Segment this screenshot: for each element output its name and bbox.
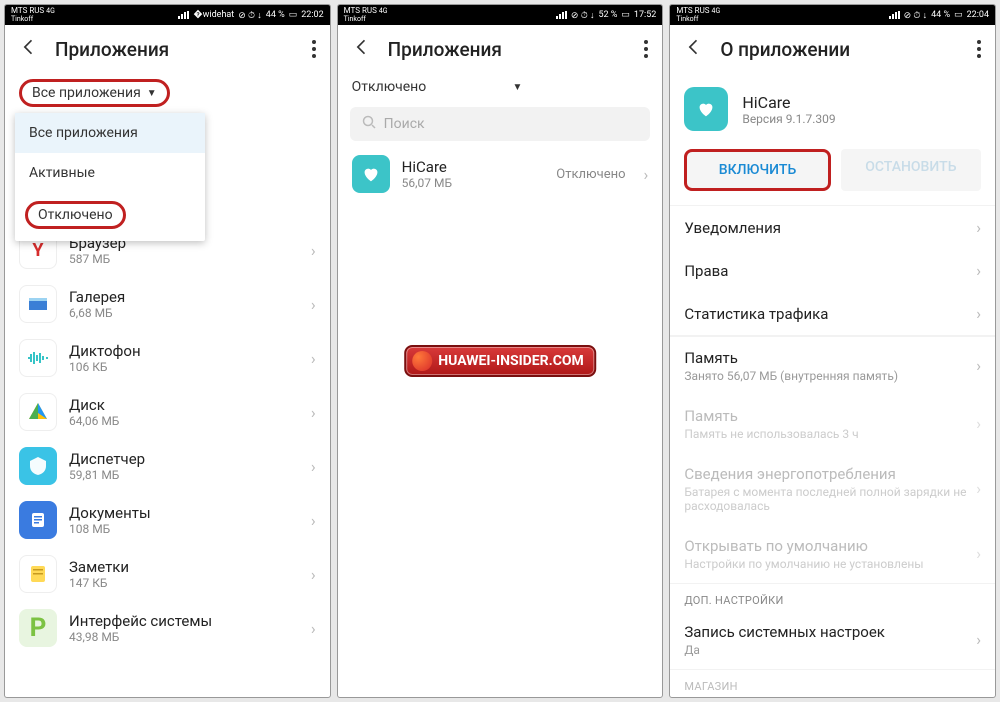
list-item[interactable]: Диск64,06 МБ › [5, 385, 330, 439]
status-bar: MTS RUS 4GTinkoff ⊘ ⏱ ↓ 52 %▭ 17:52 [338, 5, 663, 25]
setting-syswrite[interactable]: Запись системных настроекДа› [670, 611, 995, 669]
signal-icon [178, 11, 189, 19]
status-bar: MTS RUS 4GTinkoff �widehat ⊘ ⏱ ↓ 44 %▭ 2… [5, 5, 330, 25]
list-item[interactable]: Галерея6,68 МБ › [5, 277, 330, 331]
filter-dropdown-trigger[interactable]: Отключено▼ [338, 73, 663, 101]
back-icon[interactable] [352, 37, 372, 61]
hicare-icon [352, 155, 390, 193]
dropdown-item-disabled[interactable]: Отключено [25, 201, 126, 229]
section-store-title: МАГАЗИН [670, 670, 995, 697]
watermark-badge: HUAWEI-INSIDER.COM [404, 345, 596, 377]
setting-notifications[interactable]: Уведомления› [670, 206, 995, 249]
more-icon[interactable] [312, 40, 316, 58]
enable-button[interactable]: ВКЛЮЧИТЬ [684, 149, 830, 191]
phone-screen-1: MTS RUS 4GTinkoff �widehat ⊘ ⏱ ↓ 44 %▭ 2… [4, 4, 331, 698]
dropdown-item-active[interactable]: Активные [15, 153, 205, 193]
chevron-down-icon: ▼ [147, 88, 157, 99]
list-item[interactable]: P Интерфейс системы43,98 МБ › [5, 601, 330, 655]
page-title: О приложении [720, 38, 961, 61]
list-item[interactable]: Диктофон106 КБ › [5, 331, 330, 385]
setting-permissions[interactable]: Права› [670, 249, 995, 292]
setting-power: Сведения энергопотребленияБатарея с моме… [670, 453, 995, 525]
status-bar: MTS RUS 4GTinkoff ⊘ ⏱ ↓ 44 %▭ 22:04 [670, 5, 995, 25]
stop-button[interactable]: ОСТАНОВИТЬ [841, 149, 981, 191]
section-extra-title: ДОП. НАСТРОЙКИ [670, 584, 995, 611]
hicare-icon [684, 87, 728, 131]
chevron-right-icon: › [311, 241, 316, 260]
list-item[interactable]: Заметки147 КБ › [5, 547, 330, 601]
phone-screen-3: MTS RUS 4GTinkoff ⊘ ⏱ ↓ 44 %▭ 22:04 О пр… [669, 4, 996, 698]
action-buttons: ВКЛЮЧИТЬ ОСТАНОВИТЬ [670, 145, 995, 205]
filter-dropdown: Все приложения Активные Отключено [15, 113, 205, 241]
dropdown-item-all[interactable]: Все приложения [15, 113, 205, 153]
back-icon[interactable] [684, 37, 704, 61]
setting-memory[interactable]: ПамятьЗанято 56,07 МБ (внутренняя память… [670, 337, 995, 395]
chevron-down-icon: ▼ [512, 82, 522, 93]
more-icon[interactable] [644, 40, 648, 58]
search-icon [362, 115, 376, 133]
chevron-right-icon: › [644, 165, 649, 184]
list-item[interactable]: HiCare56,07 МБ Отключено › [338, 147, 663, 201]
page-header: Приложения [338, 25, 663, 73]
setting-traffic[interactable]: Статистика трафика› [670, 292, 995, 335]
setting-memory-usage: ПамятьПамять не использовалась 3 ч› [670, 395, 995, 453]
app-detail-header: HiCareВерсия 9.1.7.309 [670, 73, 995, 145]
filter-dropdown-trigger[interactable]: Все приложения▼ [5, 73, 330, 113]
list-item[interactable]: Диспетчер59,81 МБ › [5, 439, 330, 493]
more-icon[interactable] [977, 40, 981, 58]
page-title: Приложения [55, 38, 296, 61]
page-title: Приложения [388, 38, 629, 61]
list-item[interactable]: Документы108 МБ › [5, 493, 330, 547]
setting-default-open: Открывать по умолчаниюНастройки по умолч… [670, 525, 995, 583]
search-input[interactable]: Поиск [350, 107, 651, 141]
page-header: Приложения [5, 25, 330, 73]
phone-screen-2: MTS RUS 4GTinkoff ⊘ ⏱ ↓ 52 %▭ 17:52 Прил… [337, 4, 664, 698]
back-icon[interactable] [19, 37, 39, 61]
wifi-icon: �widehat [193, 10, 234, 20]
page-header: О приложении [670, 25, 995, 73]
